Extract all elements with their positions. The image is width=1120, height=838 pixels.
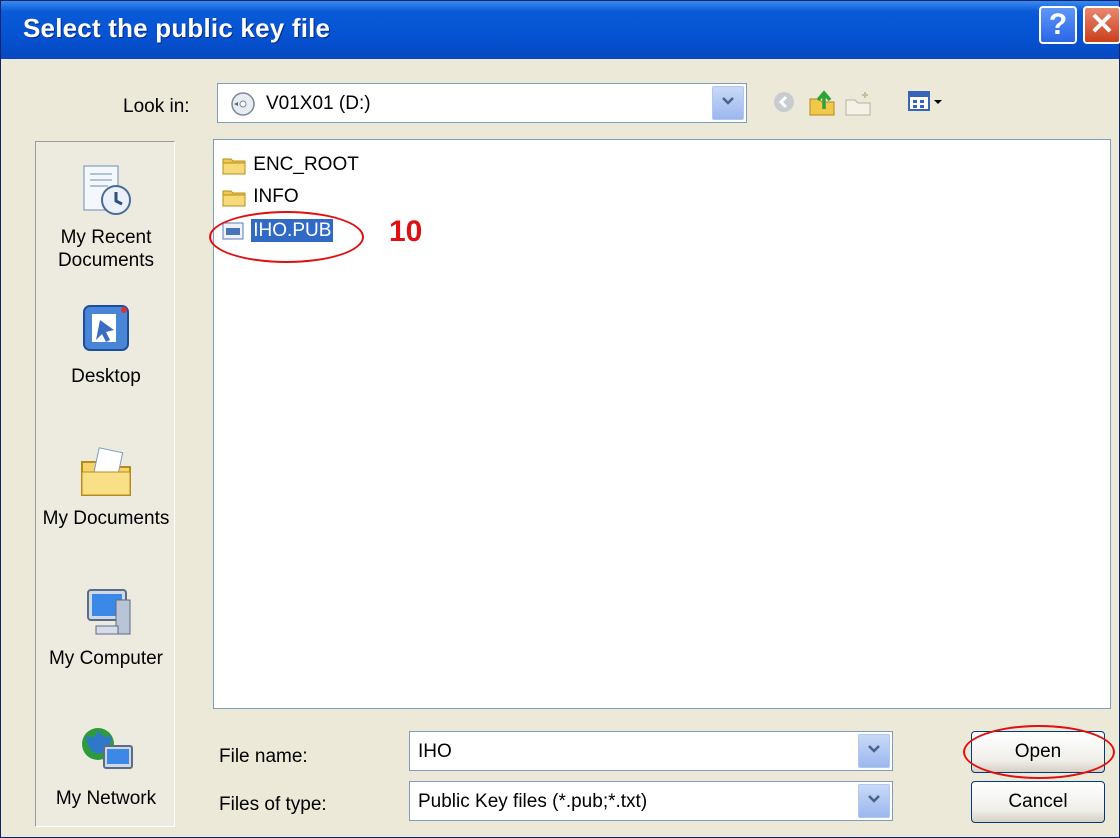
place-desktop[interactable]: Desktop xyxy=(36,300,176,388)
my-network-icon xyxy=(36,722,176,782)
annotation-circle xyxy=(209,211,364,263)
folder-icon xyxy=(222,154,253,175)
place-my-documents[interactable]: My Documents xyxy=(36,442,176,530)
filename-label: File name: xyxy=(219,746,308,767)
views-menu-icon[interactable] xyxy=(907,89,949,120)
recent-documents-icon xyxy=(36,160,176,220)
place-label-my-computer: My Computer xyxy=(48,648,164,669)
file-dialog: Select the public key file ? ✕ Look in: … xyxy=(0,0,1120,838)
lookin-dropdown-arrow[interactable] xyxy=(712,86,744,120)
my-documents-icon xyxy=(36,442,176,502)
list-item[interactable]: INFO xyxy=(222,186,299,212)
lookin-label: Look in: xyxy=(123,96,190,117)
filetype-dropdown-arrow[interactable] xyxy=(858,784,890,818)
place-my-computer[interactable]: My Computer xyxy=(36,582,176,670)
filetype-value: Public Key files (*.pub;*.txt) xyxy=(418,791,648,812)
help-button[interactable]: ? xyxy=(1039,6,1077,44)
place-label-my-network: My Network xyxy=(55,788,157,809)
up-folder-icon[interactable] xyxy=(807,89,837,122)
annotation-circle-open xyxy=(963,725,1115,779)
my-computer-icon xyxy=(36,582,176,642)
new-folder-icon[interactable] xyxy=(843,89,873,122)
desktop-icon xyxy=(36,300,176,360)
cancel-button[interactable]: Cancel xyxy=(971,781,1105,823)
place-label-recent: My Recent Documents xyxy=(57,227,155,271)
folder-icon xyxy=(222,186,253,207)
cd-drive-icon xyxy=(230,91,256,122)
file-name: INFO xyxy=(253,186,299,207)
place-label-desktop: Desktop xyxy=(71,366,141,387)
place-my-recent-documents[interactable]: My Recent Documents xyxy=(36,160,176,272)
place-label-my-documents: My Documents xyxy=(42,508,170,529)
file-name: ENC_ROOT xyxy=(253,154,359,175)
places-bar: My Recent Documents Desktop My Documents… xyxy=(35,141,175,827)
filetype-dropdown[interactable]: Public Key files (*.pub;*.txt) xyxy=(409,781,893,821)
list-item[interactable]: ENC_ROOT xyxy=(222,154,359,180)
title-bar[interactable]: Select the public key file ? ✕ xyxy=(1,1,1120,59)
filename-input[interactable]: IHO xyxy=(418,741,452,763)
dialog-title: Select the public key file xyxy=(23,13,331,43)
annotation-step-number: 10 xyxy=(389,215,423,248)
lookin-value: V01X01 (D:) xyxy=(266,93,371,114)
close-button[interactable]: ✕ xyxy=(1083,6,1120,44)
filename-combo[interactable]: IHO xyxy=(409,731,893,771)
filename-dropdown-arrow[interactable] xyxy=(858,734,890,768)
back-icon[interactable] xyxy=(771,89,797,120)
place-my-network[interactable]: My Network xyxy=(36,722,176,810)
filetype-label: Files of type: xyxy=(219,794,327,815)
lookin-dropdown[interactable]: V01X01 (D:) xyxy=(217,83,747,123)
